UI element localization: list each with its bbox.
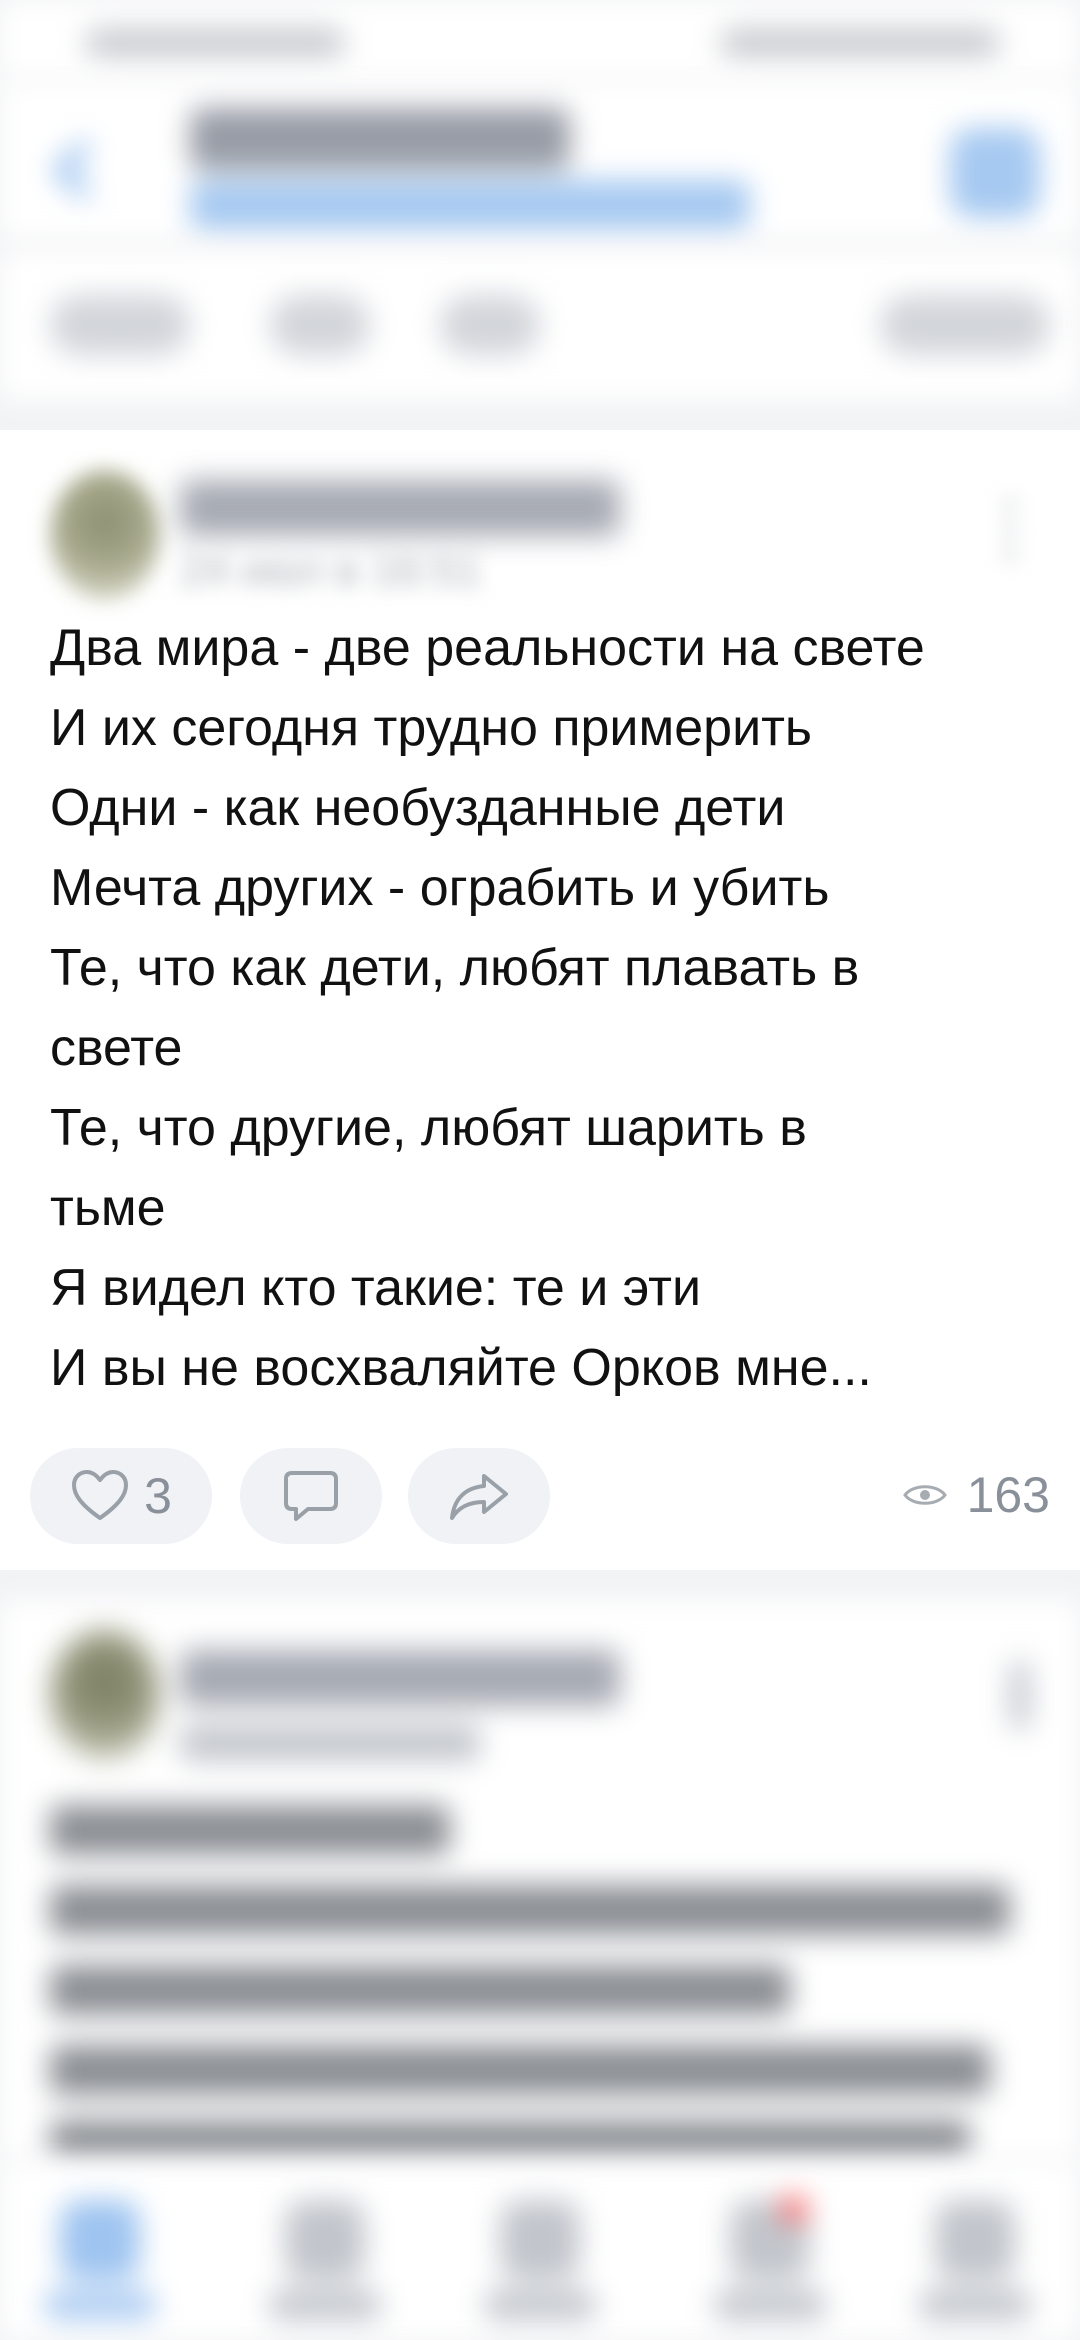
more-icon[interactable]	[1010, 1660, 1030, 1730]
eye-icon	[902, 1485, 947, 1505]
post-line: Те, что как дети, любят плавать в	[50, 939, 860, 997]
header	[0, 80, 1080, 240]
comment-button[interactable]	[240, 1448, 382, 1544]
post-author[interactable]	[180, 1650, 620, 1706]
nav-label	[920, 2290, 1030, 2320]
tab-item[interactable]	[270, 295, 370, 355]
views-count: 163	[966, 1467, 1050, 1523]
post-line	[50, 2045, 990, 2095]
status-bar-left	[85, 28, 345, 58]
post-line: И вы не восхваляйте Орков мне...	[50, 1339, 872, 1397]
tab-item[interactable]	[50, 295, 190, 355]
post-date: 24 июл в 16:51	[180, 546, 482, 595]
comment-icon	[284, 1471, 338, 1521]
bottom-nav	[0, 2160, 1080, 2340]
nav-messages-icon[interactable]	[500, 2200, 580, 2280]
post-line	[50, 1965, 790, 2015]
status-bar-right	[720, 28, 1000, 58]
nav-label	[270, 2290, 380, 2320]
post-line: Одни - как необузданные дети	[50, 779, 786, 837]
share-button[interactable]	[408, 1448, 550, 1544]
more-icon[interactable]	[990, 490, 1030, 570]
post-date	[180, 1725, 480, 1761]
post-line: тьме	[50, 1179, 166, 1237]
post-line: Те, что другие, любят шарить в	[50, 1099, 807, 1157]
header-subtitle[interactable]	[190, 180, 750, 230]
nav-profile-icon[interactable]	[935, 2200, 1015, 2280]
tab-item[interactable]	[880, 295, 1050, 355]
nav-services-icon[interactable]	[285, 2200, 365, 2280]
post-card	[0, 1600, 1080, 2160]
post-line	[50, 1805, 450, 1855]
avatar[interactable]	[50, 1630, 160, 1760]
like-button[interactable]: 3	[30, 1448, 212, 1544]
nav-home-icon[interactable]	[60, 2200, 140, 2280]
avatar[interactable]	[50, 470, 160, 600]
nav-label	[485, 2290, 595, 2320]
post-line: Два мира - две реальности на свете	[50, 619, 925, 677]
heart-icon	[72, 1470, 129, 1520]
edit-icon[interactable]	[950, 128, 1040, 218]
post-line	[50, 1885, 1010, 1935]
notification-badge	[780, 2195, 808, 2223]
post-actions: 3 163	[30, 1448, 1050, 1548]
status-bar	[0, 0, 1080, 80]
share-icon	[450, 1474, 508, 1520]
header-title	[190, 108, 570, 170]
back-arrow-icon[interactable]	[40, 135, 110, 205]
post-line: Мечта других - ограбить и убить	[50, 859, 830, 917]
post-text: Два мира - две реальности на свете И их …	[50, 608, 1050, 1408]
tabs-row	[0, 250, 1080, 400]
tab-item[interactable]	[440, 295, 540, 355]
post-line	[50, 2120, 970, 2160]
post-line: Я видел кто такие: те и эти	[50, 1259, 702, 1317]
like-count: 3	[144, 1468, 172, 1524]
views-counter: 163	[902, 1466, 1050, 1524]
post-line: свете	[50, 1019, 183, 1077]
post-card: 24 июл в 16:51 Два мира - две реальности…	[0, 430, 1080, 1570]
post-author[interactable]	[180, 480, 620, 536]
nav-label	[45, 2290, 155, 2320]
nav-label	[715, 2290, 825, 2320]
post-line: И их сегодня трудно примерить	[50, 699, 813, 757]
